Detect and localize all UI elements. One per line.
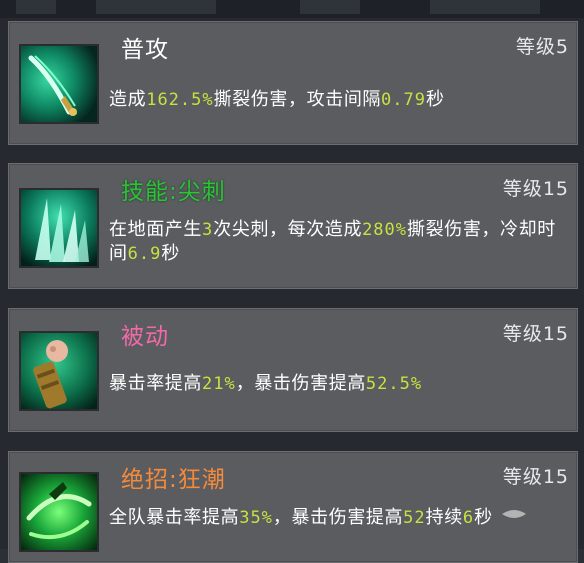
desc-text: 次尖刺，每次造成 [213,219,363,240]
desc-text: 秒 [474,507,493,528]
skill-description: 暴击率提高21%，暴击伤害提高52.5% [109,372,569,396]
skill-name: 绝招:狂潮 [121,467,226,493]
desc-text: 在地面产生 [109,219,202,240]
spikes-icon [19,188,99,268]
skill-level: 等级15 [502,178,569,200]
skill-level: 等级15 [502,323,569,345]
skill-level: 等级5 [515,36,569,58]
skill-level: 等级15 [502,466,569,488]
fist-arm-icon [19,331,99,411]
skill-description: 造成162.5%撕裂伤害，攻击间隔0.79秒 [109,88,569,112]
desc-text: 持续 [425,507,463,528]
whirlwind-icon [19,472,99,552]
skill-card-spikes[interactable]: 技能:尖刺 等级15 在地面产生3次尖刺，每次造成280%撕裂伤害，冷却时间6.… [8,163,578,289]
skill-name: 被动 [121,324,169,350]
desc-number: 6.9 [127,244,162,264]
desc-text: 秒 [161,243,180,264]
skill-panel: 普攻 等级5 造成162.5%撕裂伤害，攻击间隔0.79秒 技能:尖刺 等级15… [0,0,584,563]
glint-decoration [502,510,526,518]
desc-number: 280% [362,220,408,240]
desc-number: 0.79 [381,90,426,110]
skill-name: 普攻 [121,37,169,63]
desc-text: ，暴击伤害提高 [272,507,404,528]
dagger-slash-icon [19,44,99,124]
desc-text: ，暴击伤害提高 [235,373,366,394]
desc-number: 35% [239,508,273,528]
desc-text: 暴击率提高 [109,373,202,394]
desc-number: 52 [403,508,426,528]
skill-name: 技能:尖刺 [121,179,226,205]
desc-number: 21% [202,374,236,394]
desc-text: 造成 [109,89,147,110]
desc-text: 全队暴击率提高 [109,507,240,528]
desc-number: 3 [202,220,214,240]
skill-card-ultimate[interactable]: 绝招:狂潮 等级15 全队暴击率提高35%，暴击伤害提高52持续6秒 [8,451,578,563]
top-strip [0,0,584,18]
desc-number: 6 [462,508,475,528]
skill-card-basic-attack[interactable]: 普攻 等级5 造成162.5%撕裂伤害，攻击间隔0.79秒 [8,21,578,145]
skill-card-passive[interactable]: 被动 等级15 暴击率提高21%，暴击伤害提高52.5% [8,308,578,432]
desc-text: 秒 [425,89,445,110]
skill-description: 在地面产生3次尖刺，每次造成280%撕裂伤害，冷却时间6.9秒 [109,218,569,266]
desc-number: 52.5% [365,374,423,394]
desc-number: 162.5% [146,90,214,110]
desc-text: 撕裂伤害，攻击间隔 [213,89,382,110]
